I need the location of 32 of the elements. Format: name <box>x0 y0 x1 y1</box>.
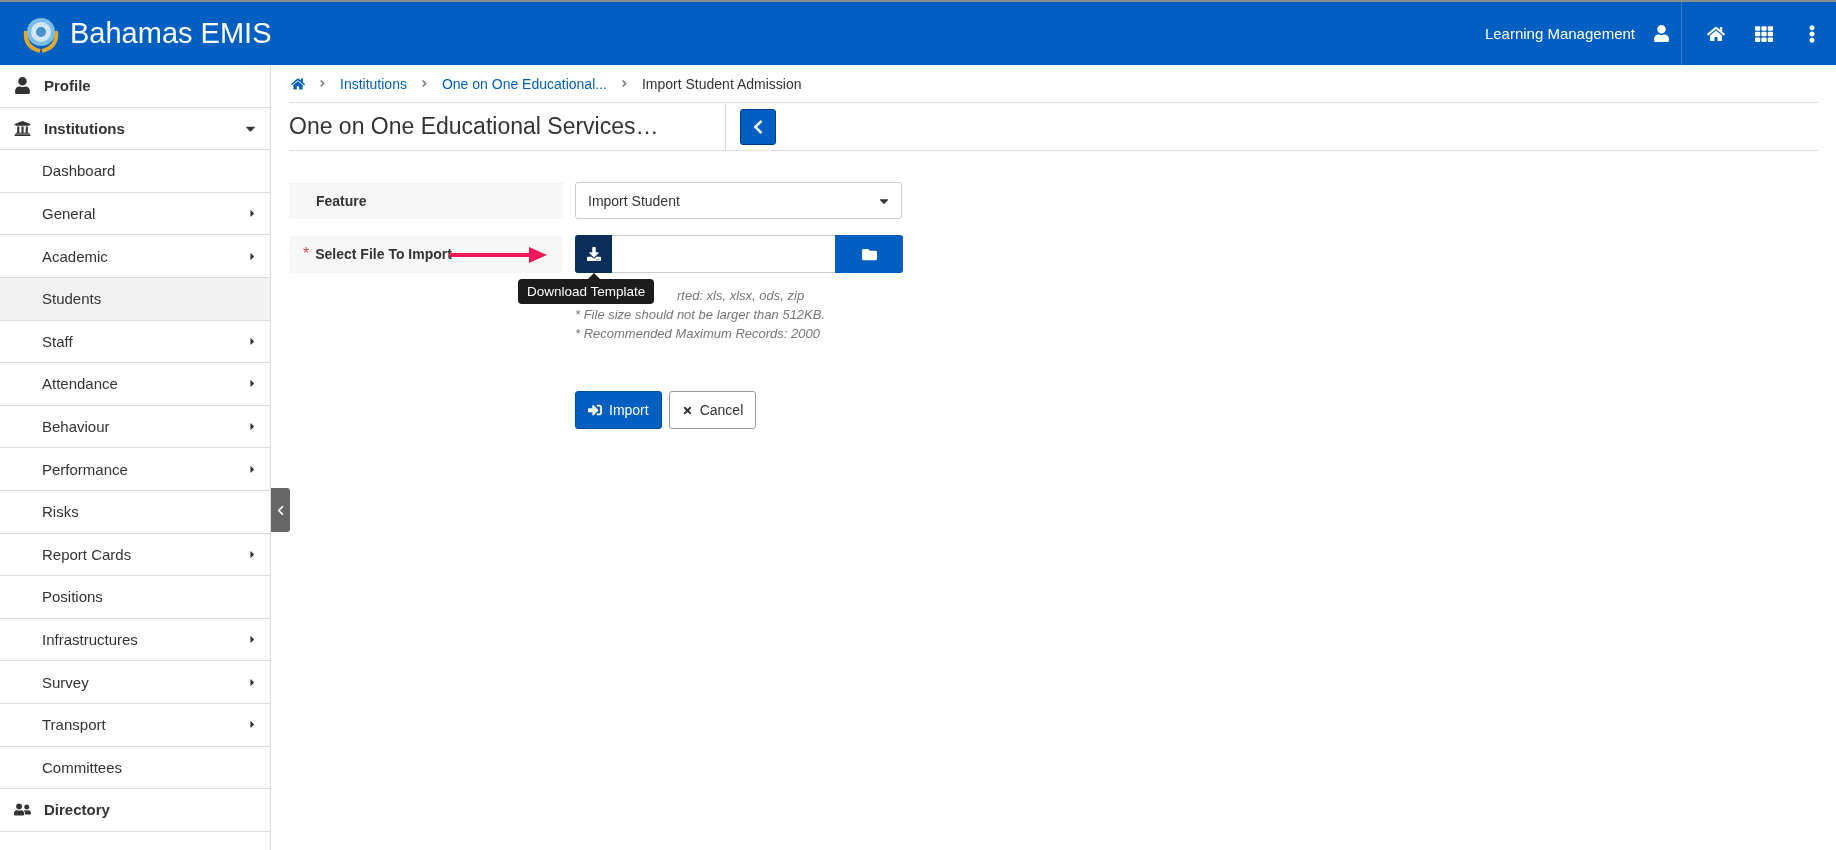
help-text: * File size should not be larger than 512KB. <box>575 307 826 322</box>
chevron-left-icon <box>275 504 286 516</box>
folder-icon <box>861 246 877 262</box>
breadcrumb-link[interactable]: One on One Educational... <box>441 75 607 92</box>
home-link-icon[interactable] <box>291 76 305 91</box>
user-icon <box>12 77 32 95</box>
sign-in-icon <box>588 403 602 417</box>
download-template-button[interactable] <box>575 235 612 273</box>
back-button[interactable] <box>740 108 776 145</box>
app-title: Bahamas EMIS <box>70 17 272 50</box>
user-icon[interactable] <box>1651 23 1671 44</box>
help-text: rted: xls, xlsx, ods, zip <box>677 288 805 303</box>
close-icon <box>681 404 693 416</box>
collapse-sidebar-button[interactable] <box>271 488 290 532</box>
import-button[interactable]: Import <box>575 391 662 429</box>
page-title: One on One Educational Services… <box>289 103 726 150</box>
field-label: Feature <box>289 182 563 219</box>
feature-select[interactable]: Import Student <box>575 182 902 219</box>
download-icon <box>586 247 601 261</box>
breadcrumb-current: Import Student Admission <box>641 75 802 92</box>
sidebar-subitem[interactable]: Students <box>0 277 270 321</box>
bank-icon <box>12 119 32 137</box>
required-mark: * <box>303 245 310 263</box>
tooltip: Download Template <box>518 273 655 304</box>
cancel-button[interactable]: Cancel <box>668 391 757 429</box>
browse-button[interactable] <box>835 235 903 273</box>
module-name[interactable]: Learning Management <box>1484 25 1635 42</box>
file-input[interactable] <box>612 235 835 273</box>
help-text: * Recommended Maximum Records: 2000 <box>575 326 820 341</box>
breadcrumb-link[interactable]: Institutions <box>340 75 407 92</box>
chevron-icon <box>317 78 328 89</box>
label-text: Select File To Import <box>315 246 452 262</box>
